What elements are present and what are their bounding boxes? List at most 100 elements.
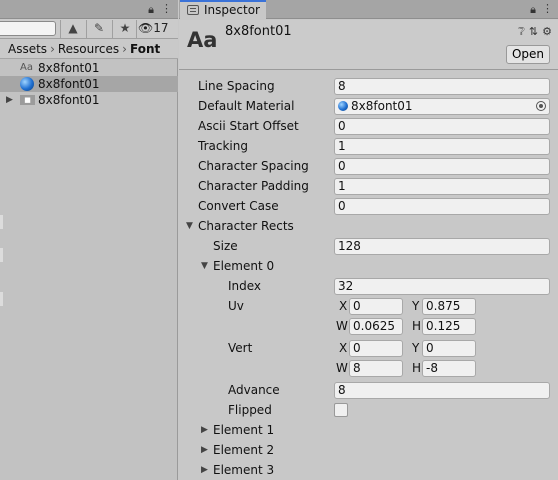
inspector-panel: Inspector 🔒︎ ⋮ Aa 8x8font01 ❔︎ ⇅ ⚙︎ Open L… xyxy=(179,0,558,480)
index-label: Index xyxy=(228,279,262,293)
chevron-right-icon: › xyxy=(50,42,55,56)
convert-case-row: Convert Case 0 xyxy=(179,197,558,215)
font-icon: Aa xyxy=(20,62,33,73)
asset-item-material[interactable]: 8x8font01 xyxy=(0,76,178,92)
character-padding-row: Character Padding 1 xyxy=(179,177,558,195)
uv-label: Uv xyxy=(228,299,244,313)
flipped-row: Flipped xyxy=(179,401,558,419)
favorite-star-icon[interactable]: ★ xyxy=(114,20,136,37)
asset-item-font[interactable]: Aa 8x8font01 xyxy=(0,60,178,76)
vert-h-field[interactable]: -8 xyxy=(422,360,476,377)
settings-gear-icon[interactable]: ⚙︎ xyxy=(542,25,552,38)
line-spacing-field[interactable]: 8 xyxy=(334,78,550,95)
unity-editor: 🔒︎ ⋮ ▲ ✎ ★ 👁︎17 Assets › Resources › Font Aa… xyxy=(0,0,558,480)
tab-inspector[interactable]: Inspector xyxy=(180,0,266,20)
character-padding-field[interactable]: 1 xyxy=(334,178,550,195)
breadcrumb-assets[interactable]: Assets xyxy=(8,42,47,56)
advance-row: Advance 8 xyxy=(179,381,558,399)
toolbar-separator xyxy=(136,20,137,38)
foldout-closed-icon[interactable]: ▶ xyxy=(201,461,208,479)
inspector-body: Line Spacing 8 Default Material 8x8font0… xyxy=(179,71,558,480)
element-3-row[interactable]: ▶ Element 3 xyxy=(179,461,558,479)
ascii-start-offset-field[interactable]: 0 xyxy=(334,118,550,135)
character-spacing-row: Character Spacing 0 xyxy=(179,157,558,175)
font-asset-icon: Aa xyxy=(187,28,218,52)
foldout-open-icon[interactable]: ▼ xyxy=(201,257,208,275)
index-row: Index 32 xyxy=(179,277,558,295)
default-material-field[interactable]: 8x8font01 xyxy=(334,98,550,115)
size-field[interactable]: 128 xyxy=(334,238,550,255)
expand-arrow-icon[interactable]: ▶ xyxy=(6,92,13,108)
filter-by-type-icon[interactable]: ▲ xyxy=(62,20,84,37)
breadcrumb-font[interactable]: Font xyxy=(130,42,160,56)
uv-x-field[interactable]: 0 xyxy=(349,298,403,315)
uv-y-label: Y xyxy=(412,299,420,313)
size-row: Size 128 xyxy=(179,237,558,255)
inspector-tab-bar: Inspector 🔒︎ ⋮ xyxy=(179,0,558,20)
open-button[interactable]: Open xyxy=(506,45,550,64)
chevron-right-icon: › xyxy=(122,42,127,56)
character-padding-label: Character Padding xyxy=(198,179,309,193)
foldout-open-icon[interactable]: ▼ xyxy=(186,217,193,235)
foldout-closed-icon[interactable]: ▶ xyxy=(201,441,208,459)
help-icon[interactable]: ❔︎ xyxy=(518,25,525,38)
asset-item-label: 8x8font01 xyxy=(38,61,100,75)
foldout-closed-icon[interactable]: ▶ xyxy=(201,421,208,439)
character-spacing-field[interactable]: 0 xyxy=(334,158,550,175)
panel-edge-mark xyxy=(0,248,3,262)
asset-item-texture[interactable]: ▶ ■ 8x8font01 xyxy=(0,92,178,108)
presets-icon[interactable]: ⇅ xyxy=(529,25,538,38)
inspector-icon xyxy=(187,5,199,15)
asset-header: Aa 8x8font01 ❔︎ ⇅ ⚙︎ Open xyxy=(179,20,558,70)
character-rects-row[interactable]: ▼ Character Rects xyxy=(179,217,558,235)
vert-w-label: W xyxy=(336,361,348,375)
lock-icon[interactable]: 🔒︎ xyxy=(530,3,536,17)
default-material-row: Default Material 8x8font01 xyxy=(179,97,558,115)
uv-h-field[interactable]: 0.125 xyxy=(422,318,476,335)
element-3-label: Element 3 xyxy=(213,463,275,477)
eye-slash-icon: 👁︎ xyxy=(138,21,154,35)
asset-list: Aa 8x8font01 8x8font01 ▶ ■ 8x8font01 xyxy=(0,60,178,108)
element-2-row[interactable]: ▶ Element 2 xyxy=(179,441,558,459)
kebab-menu-icon[interactable]: ⋮ xyxy=(161,2,172,15)
hidden-packages-toggle[interactable]: 👁︎17 xyxy=(138,21,169,35)
flipped-label: Flipped xyxy=(228,403,272,417)
vert-h-label: H xyxy=(412,361,422,375)
default-material-label: Default Material xyxy=(198,99,295,113)
breadcrumb: Assets › Resources › Font xyxy=(0,39,178,59)
texture-icon: ■ xyxy=(20,95,35,105)
tab-label: Inspector xyxy=(204,3,260,17)
filter-by-label-icon[interactable]: ✎ xyxy=(88,20,110,37)
uv-h-label: H xyxy=(412,319,422,333)
vert-w-field[interactable]: 8 xyxy=(349,360,403,377)
vert-y-field[interactable]: 0 xyxy=(422,340,476,357)
advance-label: Advance xyxy=(228,383,280,397)
toolbar-separator xyxy=(86,20,87,38)
convert-case-label: Convert Case xyxy=(198,199,279,213)
flipped-checkbox[interactable] xyxy=(334,403,348,417)
index-field[interactable]: 32 xyxy=(334,278,550,295)
line-spacing-label: Line Spacing xyxy=(198,79,275,93)
uv-w-field[interactable]: 0.0625 xyxy=(349,318,403,335)
vert-label: Vert xyxy=(228,341,253,355)
element-0-row[interactable]: ▼ Element 0 xyxy=(179,257,558,275)
header-icons: ❔︎ ⇅ ⚙︎ xyxy=(514,25,552,39)
search-input[interactable] xyxy=(0,21,56,36)
vert-y-label: Y xyxy=(412,341,420,355)
element-1-row[interactable]: ▶ Element 1 xyxy=(179,421,558,439)
asset-item-label: 8x8font01 xyxy=(38,93,100,107)
character-rects-label: Character Rects xyxy=(198,219,294,233)
object-picker-icon[interactable] xyxy=(536,101,546,111)
panel-edge-mark xyxy=(0,292,3,306)
advance-field[interactable]: 8 xyxy=(334,382,550,399)
convert-case-field[interactable]: 0 xyxy=(334,198,550,215)
line-spacing-row: Line Spacing 8 xyxy=(179,77,558,95)
lock-icon[interactable]: 🔒︎ xyxy=(148,3,154,17)
vert-x-field[interactable]: 0 xyxy=(349,340,403,357)
breadcrumb-resources[interactable]: Resources xyxy=(58,42,119,56)
kebab-menu-icon[interactable]: ⋮ xyxy=(542,2,553,15)
vert-row: Vert X 0 Y 0 xyxy=(179,339,558,357)
tracking-field[interactable]: 1 xyxy=(334,138,550,155)
uv-y-field[interactable]: 0.875 xyxy=(422,298,476,315)
element-0-label: Element 0 xyxy=(213,259,275,273)
